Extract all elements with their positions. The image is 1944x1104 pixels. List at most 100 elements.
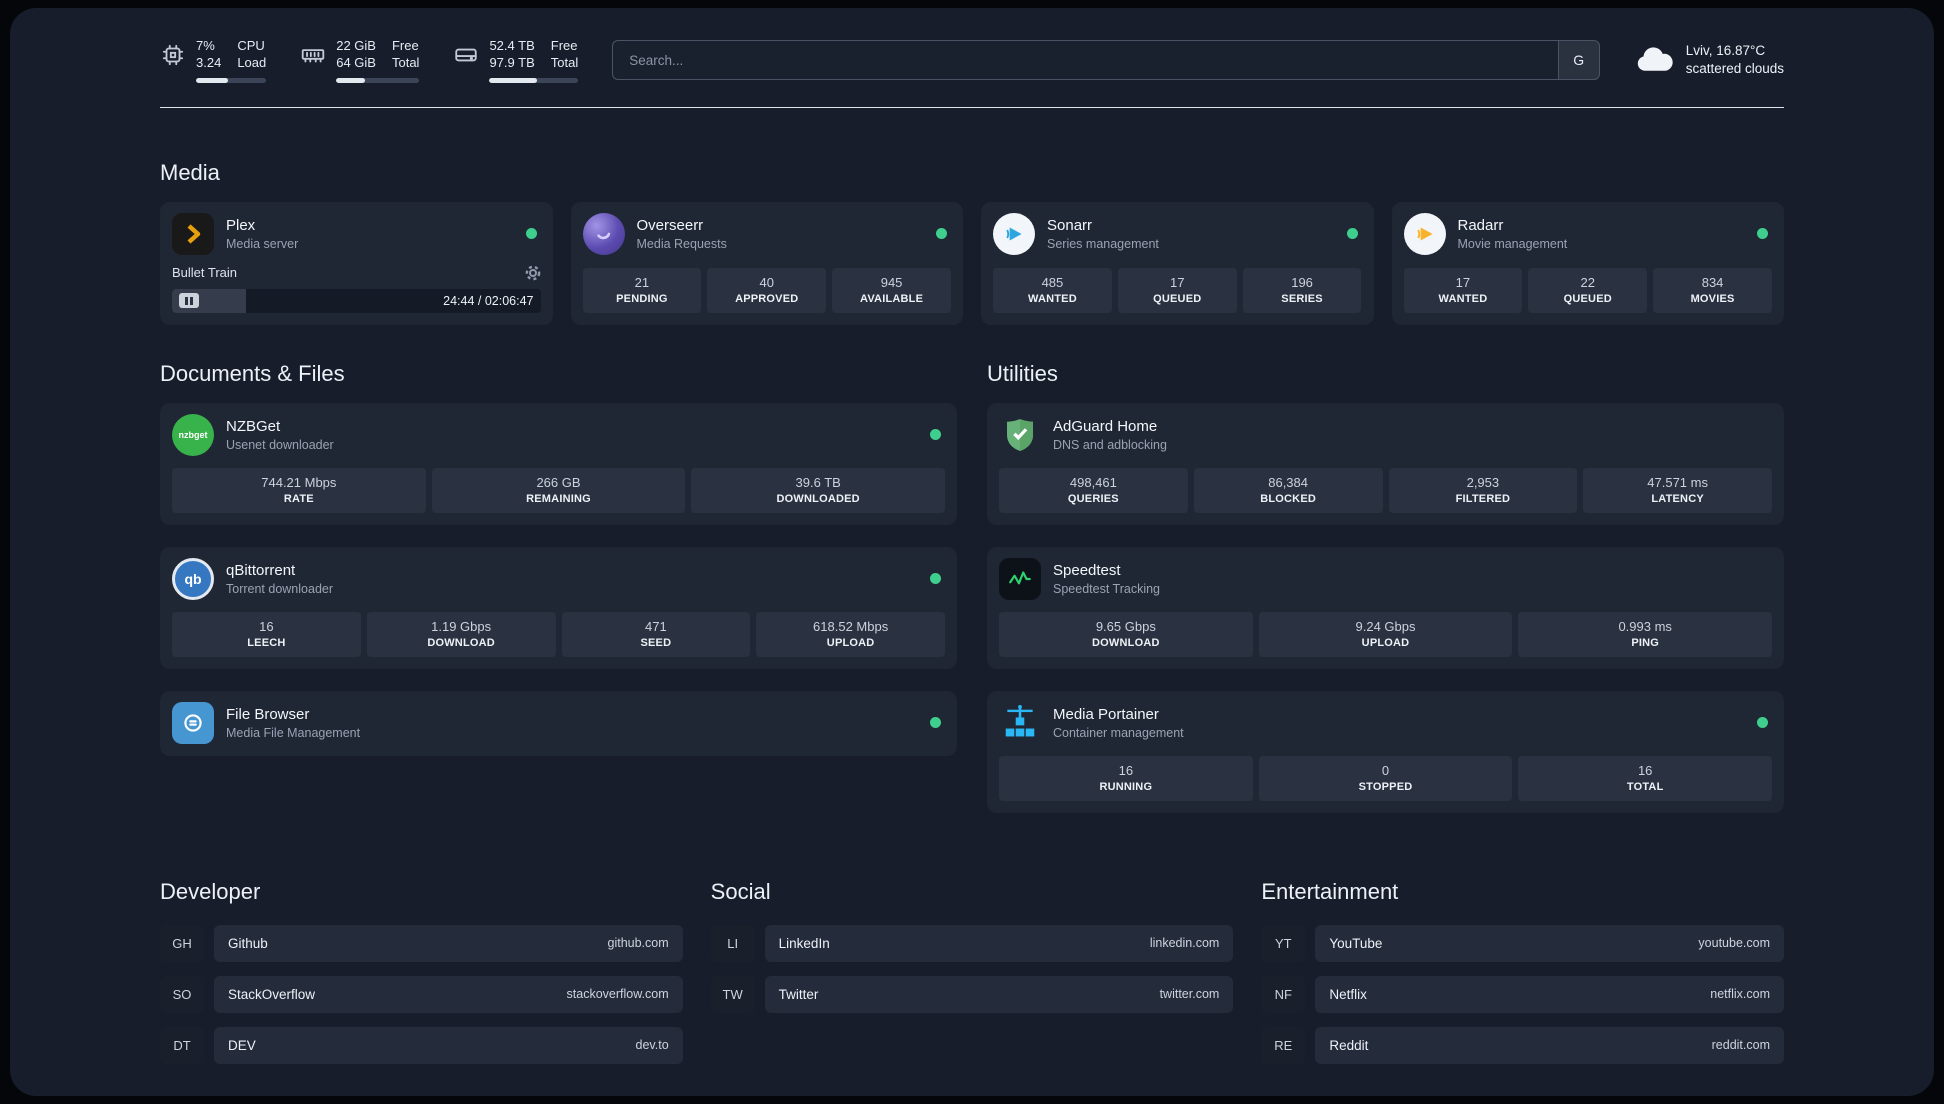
disk-progress-track [489, 77, 579, 83]
service-subtitle: Torrent downloader [226, 581, 334, 596]
service-subtitle: DNS and adblocking [1053, 437, 1167, 452]
service-card-radarr[interactable]: Radarr Movie management 17 WANTED 22 QUE… [1391, 201, 1784, 325]
bookmarks-entertainment: Entertainment YT YouTube youtube.com NF … [1261, 879, 1784, 1078]
stat-wanted: 485 WANTED [993, 267, 1112, 313]
stats-row: 744.21 Mbps RATE 266 GB REMAINING 39.6 T… [172, 456, 946, 513]
bookmark-reddit[interactable]: RE Reddit reddit.com [1261, 1026, 1784, 1064]
service-subtitle: Speedtest Tracking [1053, 581, 1161, 596]
stat-pending: 21 PENDING [582, 267, 702, 313]
service-subtitle: Container management [1053, 725, 1184, 740]
bookmark-dev[interactable]: DT DEV dev.to [160, 1026, 683, 1064]
portainer-icon [999, 702, 1041, 744]
bookmark-stackoverflow[interactable]: SO StackOverflow stackoverflow.com [160, 975, 683, 1013]
disk-progress-fill [489, 77, 538, 83]
nzbget-icon: nzbget [172, 413, 214, 456]
bookmark-twitter[interactable]: TW Twitter twitter.com [710, 975, 1234, 1013]
service-card-adguard[interactable]: AdGuard Home DNS and adblocking 498,461 … [987, 402, 1784, 525]
service-card-qbittorrent[interactable]: qb qBittorrent Torrent downloader 16 LEE… [160, 546, 957, 669]
bookmark-link[interactable]: Twitter twitter.com [764, 975, 1234, 1013]
disk-total-value: 97.9 TB [489, 54, 535, 70]
bookmark-netflix[interactable]: NF Netflix netflix.com [1261, 975, 1784, 1013]
bookmark-link[interactable]: Netflix netflix.com [1315, 975, 1784, 1013]
cpu-load-value: 3.24 [196, 54, 222, 70]
documents-column: Documents & Files nzbget NZBGet Usenet d… [160, 361, 957, 813]
cloud-icon [1634, 44, 1674, 76]
stat-leech: 16 LEECH [172, 611, 361, 657]
playback-progress-bar[interactable]: 24:44 / 02:06:47 [172, 288, 541, 313]
weather-condition: scattered clouds [1685, 61, 1784, 77]
stat-queued: 17 QUEUED [1117, 267, 1237, 313]
cpu-widget: 7% 3.24 CPU Load [160, 38, 267, 83]
bookmark-link[interactable]: Reddit reddit.com [1315, 1026, 1784, 1064]
bookmark-abbr: TW [710, 975, 755, 1013]
stat-total: 16 TOTAL [1518, 755, 1773, 801]
header-divider [160, 106, 1784, 108]
stat-approved: 40 APPROVED [707, 267, 827, 313]
bookmark-link[interactable]: StackOverflow stackoverflow.com [214, 975, 683, 1013]
stat-seed: 471 SEED [561, 611, 751, 657]
bookmark-github[interactable]: GH Github github.com [160, 924, 683, 962]
bookmark-linkedin[interactable]: LI LinkedIn linkedin.com [710, 924, 1234, 962]
service-subtitle: Media Requests [636, 236, 727, 251]
section-title-entertainment: Entertainment [1261, 878, 1399, 904]
bookmark-link[interactable]: Github github.com [214, 924, 683, 962]
service-name: AdGuard Home [1053, 417, 1158, 435]
bookmark-link[interactable]: YouTube youtube.com [1315, 924, 1784, 962]
plex-icon [172, 212, 214, 255]
ram-free-value: 22 GiB [336, 38, 376, 53]
weather-location: Lviv, 16.87°C [1685, 43, 1766, 59]
status-dot-online [1757, 717, 1768, 729]
bookmarks-social: Social LI LinkedIn linkedin.com TW Twitt… [710, 879, 1234, 1078]
section-title-documents: Documents & Files [160, 360, 345, 386]
filebrowser-icon [172, 701, 214, 744]
service-card-overseerr[interactable]: Overseerr Media Requests 21 PENDING 40 A… [570, 201, 963, 325]
stat-blocked: 86,384 BLOCKED [1193, 467, 1383, 513]
service-name: NZBGet [226, 417, 281, 435]
stat-latency: 47.571 ms LATENCY [1583, 467, 1772, 513]
cpu-usage-value: 7% [196, 38, 215, 53]
service-subtitle: Media server [226, 236, 299, 251]
service-subtitle: Series management [1047, 236, 1159, 251]
service-card-nzbget[interactable]: nzbget NZBGet Usenet downloader 744.21 M… [160, 402, 957, 525]
pause-icon[interactable] [179, 293, 199, 309]
bookmark-abbr: SO [160, 975, 204, 1013]
section-title-media: Media [160, 159, 220, 185]
stat-downloaded: 39.6 TB DOWNLOADED [691, 467, 946, 513]
service-card-portainer[interactable]: Media Portainer Container management 16 … [987, 690, 1784, 813]
status-dot-online [930, 717, 941, 729]
bookmark-abbr: RE [1261, 1026, 1306, 1064]
service-card-speedtest[interactable]: Speedtest Speedtest Tracking 9.65 Gbps D… [987, 546, 1784, 669]
speedtest-icon [999, 557, 1041, 600]
service-card-plex[interactable]: Plex Media server Bullet Train 24:44 / 0… [160, 201, 553, 325]
gear-icon[interactable] [525, 265, 541, 281]
bookmarks-developer: Developer GH Github github.com SO StackO… [160, 879, 683, 1078]
bookmark-abbr: GH [160, 924, 204, 962]
utilities-column: Utilities AdGuard Home DNS and adblockin… [987, 361, 1784, 813]
bookmark-link[interactable]: LinkedIn linkedin.com [764, 924, 1234, 962]
bookmark-youtube[interactable]: YT YouTube youtube.com [1261, 924, 1784, 962]
service-name: Media Portainer [1053, 705, 1159, 723]
bookmark-link[interactable]: DEV dev.to [214, 1026, 683, 1064]
radarr-icon [1403, 212, 1446, 255]
search-bar: G [612, 40, 1600, 81]
stats-row: 17 WANTED 22 QUEUED 834 MOVIES [1403, 256, 1773, 313]
qbittorrent-icon: qb [172, 557, 214, 600]
search-engine-button[interactable]: G [1557, 40, 1600, 81]
service-name: File Browser [226, 705, 310, 723]
now-playing-title: Bullet Train [172, 265, 238, 281]
service-card-sonarr[interactable]: Sonarr Series management 485 WANTED 17 Q… [981, 201, 1374, 325]
cpu-progress-fill [196, 77, 229, 83]
cpu-icon [160, 42, 186, 68]
ram-total-value: 64 GiB [336, 54, 376, 70]
service-card-filebrowser[interactable]: File Browser Media File Management [160, 690, 957, 756]
bookmark-abbr: NF [1261, 975, 1306, 1013]
status-dot-online [930, 429, 941, 441]
weather-widget: Lviv, 16.87°C scattered clouds [1634, 42, 1784, 78]
status-dot-online [1757, 228, 1768, 240]
stat-filtered: 2,953 FILTERED [1388, 467, 1578, 513]
overseerr-icon [582, 212, 625, 255]
search-input[interactable] [612, 40, 1558, 81]
section-title-developer: Developer [160, 878, 261, 904]
stat-download: 9.65 Gbps DOWNLOAD [999, 611, 1253, 657]
two-column-area: Documents & Files nzbget NZBGet Usenet d… [160, 361, 1784, 813]
